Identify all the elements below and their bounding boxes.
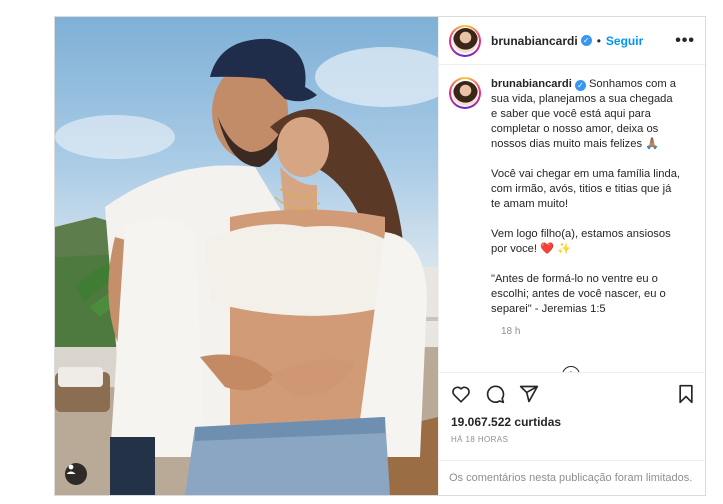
post-photo[interactable] xyxy=(55,17,438,495)
caption-area: brunabiancardi ✓ Sonhamos com a sua vida,… xyxy=(439,65,705,372)
heart-icon[interactable] xyxy=(451,385,471,403)
caption-paragraph-2: Você vai chegar em uma família linda, co… xyxy=(491,168,681,210)
post-timestamp: HÁ 18 HORAS xyxy=(451,435,509,444)
likes-count[interactable]: 19.067.522 curtidas xyxy=(451,415,695,429)
comment-icon[interactable] xyxy=(485,384,505,404)
caption-text: brunabiancardi ✓ Sonhamos com a sua vida,… xyxy=(491,77,681,332)
post-side-panel: brunabiancardi ✓ • Seguir ••• brunabianc… xyxy=(438,17,705,495)
more-options-icon[interactable]: ••• xyxy=(675,32,695,50)
instagram-post: brunabiancardi ✓ • Seguir ••• brunabianc… xyxy=(54,16,706,496)
avatar[interactable] xyxy=(449,24,481,57)
comments-limited-notice: Os comentários nesta publicação foram li… xyxy=(439,460,705,495)
caption-verified-badge-icon: ✓ xyxy=(574,80,586,91)
action-bar xyxy=(451,381,695,407)
plus-circle-icon[interactable]: + xyxy=(562,366,580,372)
user-tag-icon xyxy=(66,464,76,474)
likes-number: 19.067.522 xyxy=(451,415,512,429)
caption-paragraph-4: "Antes de formá-lo no ventre eu o escolh… xyxy=(491,273,666,315)
likes-label: curtidas xyxy=(514,415,562,429)
post-header: brunabiancardi ✓ • Seguir ••• xyxy=(439,17,705,65)
caption-username[interactable]: brunabiancardi xyxy=(491,78,572,90)
photo-illustration xyxy=(55,38,438,495)
share-icon[interactable] xyxy=(519,384,539,404)
bookmark-icon[interactable] xyxy=(677,384,695,404)
actions-area: 19.067.522 curtidas HÁ 18 HORAS xyxy=(439,372,705,460)
separator-dot: • xyxy=(596,33,601,48)
verified-badge-icon: ✓ xyxy=(580,35,592,46)
caption-row: brunabiancardi ✓ Sonhamos com a sua vida,… xyxy=(449,77,695,332)
caption-paragraph-3: Vem logo filho(a), estamos ansiosos por … xyxy=(491,228,671,255)
caption-paragraph-1: brunabiancardi ✓ Sonhamos com a sua vida,… xyxy=(491,77,681,152)
user-tag-button[interactable] xyxy=(65,463,87,485)
caption-avatar[interactable] xyxy=(449,77,481,109)
follow-button[interactable]: Seguir xyxy=(606,34,643,48)
header-username[interactable]: brunabiancardi xyxy=(491,34,578,48)
